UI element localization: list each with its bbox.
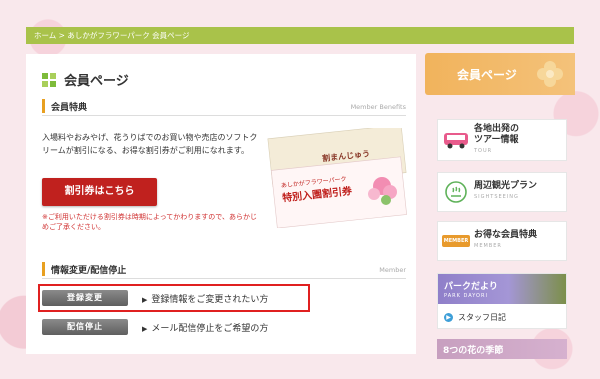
unsubscribe-row: 配信停止 ▶ メール配信停止をご希望の方 <box>42 319 268 335</box>
sidebar-item-sightseeing[interactable]: 周辺観光プラン SIGHTSEEING <box>437 172 567 212</box>
park-news-sub: PARK DAYORI <box>444 293 488 299</box>
bus-icon <box>438 131 474 149</box>
sidebar-item-member-sub: MEMBER <box>474 243 502 249</box>
seasons-banner-text: 8つの花の季節 <box>443 346 504 356</box>
sidebar-item-member[interactable]: MEMBER お得な会員特典 MEMBER <box>437 221 567 261</box>
sidebar-item-member-label: お得な会員特典 MEMBER <box>474 230 537 252</box>
unsubscribe-link-text: メール配信停止をご希望の方 <box>151 323 269 334</box>
breadcrumb[interactable]: ホーム > あしかがフラワーパーク 会員ページ <box>26 27 574 44</box>
member-badge: MEMBER <box>441 235 471 247</box>
park-news-banner[interactable]: パークだより PARK DAYORI <box>438 274 566 304</box>
register-change-button[interactable]: 登録変更 <box>42 290 128 306</box>
park-news-title: パークだより <box>444 282 498 292</box>
sidebar-item-sightseeing-label: 周辺観光プラン SIGHTSEEING <box>474 181 537 203</box>
flower-icon <box>537 61 563 87</box>
grid-icon <box>42 72 56 87</box>
register-row: 登録変更 ▶ 登録情報をご変更されたい方 <box>42 290 268 306</box>
member-badge-icon: MEMBER <box>438 235 474 247</box>
sidebar-item-tour-label: 各地出発の ツアー情報 TOUR <box>474 124 519 157</box>
onsen-icon <box>438 181 474 203</box>
benefits-heading: 会員特典 <box>51 103 88 113</box>
unsubscribe-link[interactable]: ▶ メール配信停止をご希望の方 <box>142 321 268 334</box>
benefits-heading-en: Member Benefits <box>350 103 406 111</box>
sidebar-item-tour[interactable]: 各地出発の ツアー情報 TOUR <box>437 119 567 161</box>
benefits-description: 入場料やおみやげ、花うりばでのお買い物や売店のソフトクリームが割引になる、お得な… <box>42 133 258 155</box>
info-heading-en: Member <box>379 266 406 274</box>
arrow-right-icon: ▶ <box>142 324 148 333</box>
arrow-right-icon: ▶ <box>142 295 148 304</box>
section-marker <box>42 99 45 113</box>
sidebar-item-sightseeing-sub: SIGHTSEEING <box>474 194 519 200</box>
staff-diary-label: スタッフ日記 <box>458 313 506 322</box>
staff-diary-link[interactable]: ▶ スタッフ日記 <box>444 312 506 323</box>
unsubscribe-button[interactable]: 配信停止 <box>42 319 128 335</box>
coupon-note: ※ご利用いただける割引券は時期によってかわりますので、あらかじめご了承ください。 <box>42 213 258 231</box>
info-section-header: 情報変更/配信停止 Member <box>42 261 406 279</box>
circle-arrow-icon: ▶ <box>444 313 453 322</box>
seasons-banner[interactable]: 8つの花の季節 <box>437 339 567 359</box>
sidebar-header: 会員ページ <box>425 53 575 95</box>
benefits-section-header: 会員特典 Member Benefits <box>42 98 406 116</box>
coupon-image[interactable]: 割まんじゅう あしかがフラワーパーク 特別入園割引券 <box>264 124 407 229</box>
coupon-button[interactable]: 割引券はこちら <box>42 178 157 206</box>
main-content: 会員ページ 会員特典 Member Benefits 入場料やおみやげ、花うりば… <box>26 54 416 354</box>
info-heading: 情報変更/配信停止 <box>51 266 127 276</box>
page-title: 会員ページ <box>42 70 129 89</box>
sidebar-item-tour-sub: TOUR <box>474 147 493 154</box>
park-news-card[interactable]: パークだより PARK DAYORI ▶ スタッフ日記 <box>437 273 567 329</box>
register-link-text: 登録情報をご変更されたい方 <box>151 294 269 305</box>
section-marker <box>42 262 45 276</box>
sidebar-header-text: 会員ページ <box>457 68 517 82</box>
register-link[interactable]: ▶ 登録情報をご変更されたい方 <box>142 292 268 305</box>
page-title-text: 会員ページ <box>64 74 129 89</box>
